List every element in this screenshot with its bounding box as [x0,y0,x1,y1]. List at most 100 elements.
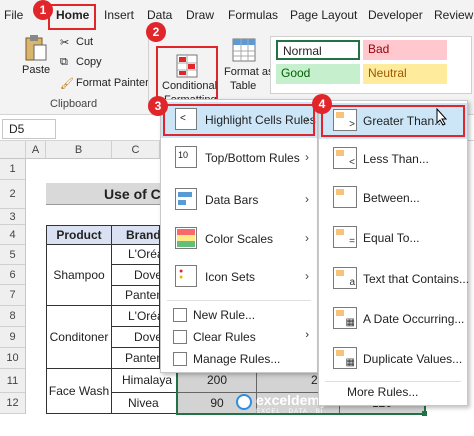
select-all-corner[interactable] [0,141,26,159]
row-header[interactable]: 4 [0,225,26,245]
submenu-item-label: A Date Occurring... [363,312,465,326]
exceldemy-logo-icon [236,394,252,410]
product-cell[interactable]: Face Wash [46,368,112,414]
column-header-c[interactable]: C [112,141,160,159]
row-header[interactable]: 11 [0,369,26,393]
copy-icon[interactable]: ⧉ [60,56,68,69]
highlight-cells-rules-highlight [163,104,315,136]
cut-button[interactable]: Cut [76,36,93,48]
tab-page-layout[interactable]: Page Layout [290,8,357,22]
menu-item-label: Manage Rules... [193,352,281,366]
tab-file[interactable]: File [4,8,23,22]
format-as-table-icon[interactable] [232,38,256,62]
format-as-table-label-2[interactable]: Table [230,80,256,92]
row-header[interactable]: 10 [0,348,26,369]
row-header[interactable]: 2 [0,180,26,209]
style-bad[interactable]: Bad [363,40,447,60]
menu-separator [167,300,311,301]
menu-clear-rules[interactable]: Clear Rules › [161,326,317,348]
step-badge-2: 2 [146,22,166,42]
brand-cell[interactable]: Pantene [111,285,160,306]
tab-draw[interactable]: Draw [186,8,214,22]
paste-button[interactable]: Paste [22,64,50,76]
fill-handle[interactable] [422,411,427,416]
column-header-a[interactable]: A [26,141,46,159]
ribbon-tab-bar: File Home Insert Data Draw Formulas Page… [0,0,474,30]
style-normal[interactable]: Normal [276,40,360,60]
row-header[interactable]: 5 [0,245,26,265]
product-cell[interactable]: Shampoo [46,244,112,306]
format-painter-icon[interactable]: 🖌 [60,77,74,90]
submenu-duplicate-values[interactable]: ▦ Duplicate Values... [319,341,467,377]
calendar-icon: ▦ [333,307,357,329]
submenu-between[interactable]: Between... [319,180,467,216]
row-header[interactable]: 12 [0,393,26,414]
menu-icon-sets[interactable]: ● ● Icon Sets › [161,259,317,295]
row-header[interactable]: 9 [0,327,26,348]
less-than-icon: < [333,147,357,169]
brand-cell[interactable]: Pantene [111,347,160,369]
submenu-more-rules[interactable]: More Rules... [347,385,418,399]
conditional-formatting-label-1: Conditional [162,80,218,92]
watermark-name: exceldemy [256,392,328,408]
submenu-separator [325,381,461,382]
step-badge-3: 3 [148,96,168,116]
text-contains-icon: a [333,267,357,289]
brand-cell[interactable]: Dove [111,326,160,348]
menu-top-bottom-rules[interactable]: 10 Top/Bottom Rules › [161,140,317,176]
submenu-text-contains[interactable]: a Text that Contains... [319,261,470,297]
column-header-b[interactable]: B [46,141,112,159]
row-header[interactable]: 7 [0,285,26,306]
name-box-value: D5 [9,122,25,136]
format-as-table-label-1[interactable]: Format as [224,66,274,78]
row-header[interactable]: 8 [0,306,26,327]
header-product[interactable]: Product [46,225,112,245]
manage-rules-icon [173,352,187,366]
header-brand[interactable]: Brand [111,225,160,245]
submenu-item-label: Text that Contains... [363,272,470,286]
brand-cell[interactable]: L'Oréal [111,244,160,265]
format-painter-button[interactable]: Format Painter [76,77,149,89]
tab-developer[interactable]: Developer [368,8,423,22]
copy-button[interactable]: Copy [76,56,102,68]
chevron-right-icon: › [305,150,309,164]
tab-insert[interactable]: Insert [104,8,134,22]
submenu-less-than[interactable]: < Less Than... [319,141,467,177]
menu-item-label: New Rule... [193,308,256,322]
product-cell[interactable]: Conditoner [46,305,112,369]
mouse-cursor-icon [436,107,448,126]
submenu-equal-to[interactable]: = Equal To... [319,220,467,256]
chevron-right-icon: › [305,329,309,341]
row-header[interactable]: 1 [0,159,26,180]
paste-icon[interactable] [22,34,48,62]
clipboard-group-label: Clipboard [50,98,98,110]
name-box[interactable]: D5 [2,119,56,139]
tab-data[interactable]: Data [147,8,172,22]
menu-data-bars[interactable]: Data Bars › [161,182,317,218]
menu-manage-rules[interactable]: Manage Rules... [161,348,317,370]
row-header[interactable]: 6 [0,265,26,285]
style-good[interactable]: Good [276,64,360,84]
submenu-date-occurring[interactable]: ▦ A Date Occurring... [319,301,467,337]
cut-icon[interactable]: ✂ [60,36,69,49]
menu-item-label: Icon Sets [205,270,256,284]
brand-cell[interactable]: Nivea [111,392,178,414]
step-badge-4: 4 [312,94,332,114]
watermark-tag: EXCEL · DATA · BI [256,409,324,415]
group-divider [148,34,149,110]
style-neutral[interactable]: Neutral [363,64,447,84]
tab-formulas[interactable]: Formulas [228,8,278,22]
brand-cell[interactable]: Dove [111,264,160,286]
home-tab-highlight [48,4,96,30]
submenu-item-label: Duplicate Values... [363,352,463,366]
top-bottom-icon: 10 [175,146,197,168]
submenu-item-label: Less Than... [363,152,429,166]
tab-review[interactable]: Review [434,8,473,22]
submenu-item-label: Between... [363,191,420,205]
row-header[interactable]: 3 [0,209,26,225]
menu-item-label: Clear Rules [193,330,256,344]
menu-color-scales[interactable]: Color Scales › [161,221,317,257]
menu-new-rule[interactable]: New Rule... [161,304,317,326]
duplicate-values-icon: ▦ [333,347,357,369]
brand-cell[interactable]: L'Oréal [111,305,160,327]
